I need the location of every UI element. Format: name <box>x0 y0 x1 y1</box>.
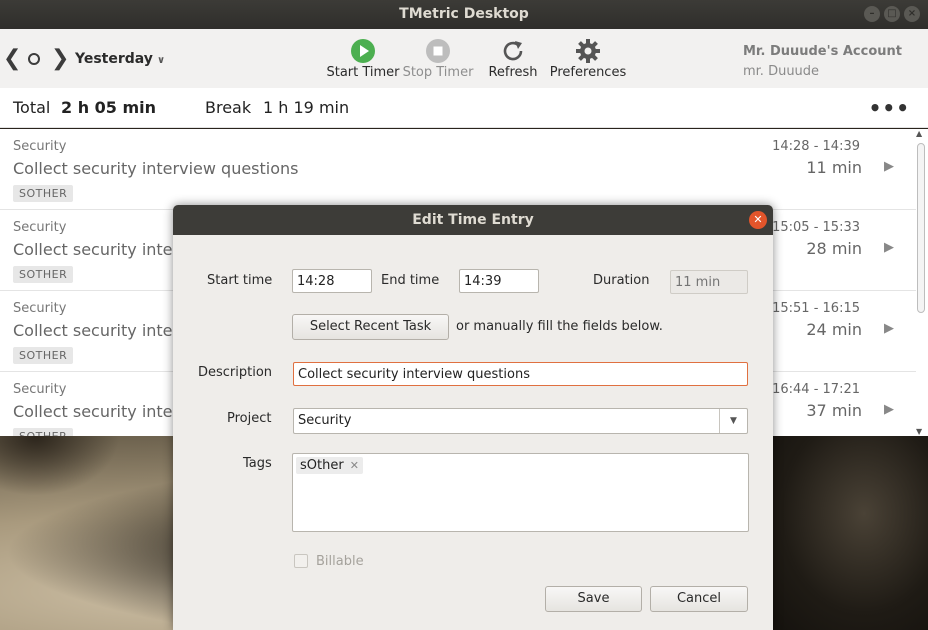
refresh-icon <box>486 37 540 65</box>
edit-time-entry-dialog: Edit Time Entry ✕ Start time End time Du… <box>173 205 773 630</box>
duration-label: Duration <box>593 273 650 288</box>
preferences-label: Preferences <box>549 65 627 80</box>
refresh-label: Refresh <box>488 65 538 80</box>
start-timer-button[interactable]: Start Timer <box>326 37 400 80</box>
more-icon[interactable]: ••• <box>869 96 910 120</box>
end-time-label: End time <box>381 273 440 288</box>
entry-time-range: 16:44 - 17:21 <box>772 382 860 397</box>
window-controls: – □ × <box>864 6 920 22</box>
remove-tag-icon[interactable]: ✕ <box>350 459 359 472</box>
project-select[interactable]: Security ▼ <box>293 408 748 434</box>
cancel-button[interactable]: Cancel <box>650 586 748 612</box>
entry-time-range: 14:28 - 14:39 <box>772 139 860 154</box>
start-time-label: Start time <box>207 273 273 288</box>
wallpaper-shadow <box>0 436 120 496</box>
total-label: Total <box>13 98 51 117</box>
chevron-right-icon[interactable]: ❯ <box>51 48 69 70</box>
break-value: 1 h 19 min <box>263 98 350 117</box>
scrollbar-thumb[interactable] <box>917 143 925 313</box>
entry-duration: 28 min <box>806 239 862 258</box>
maximize-icon[interactable]: □ <box>884 6 900 22</box>
gear-icon <box>548 37 628 65</box>
play-icon[interactable]: ▶ <box>884 240 894 255</box>
entry-project: Security <box>13 139 67 154</box>
account-name: Mr. Duuude's Account <box>742 44 902 59</box>
duration-field <box>670 270 748 294</box>
entry-tag: SOTHER <box>13 185 74 202</box>
billable-label: Billable <box>316 554 364 569</box>
minimize-icon[interactable]: – <box>864 6 880 22</box>
window-title: TMetric Desktop <box>399 6 529 22</box>
preferences-button[interactable]: Preferences <box>548 37 628 80</box>
end-time-field[interactable] <box>459 269 539 293</box>
tag-chip-label: sOther <box>300 458 344 473</box>
account-menu[interactable]: Mr. Duuude's Account mr. Duuude <box>743 44 902 79</box>
total-value: 2 h 05 min <box>61 98 157 117</box>
dialog-title: Edit Time Entry <box>173 205 773 235</box>
chevron-down-icon: ∨ <box>156 55 166 66</box>
break-label: Break <box>205 98 252 117</box>
entry-time-range: 15:05 - 15:33 <box>772 220 860 235</box>
project-label: Project <box>227 411 272 426</box>
refresh-button[interactable]: Refresh <box>486 37 540 80</box>
scroll-down-icon[interactable]: ▼ <box>916 427 922 436</box>
entry-description: Collect security interview questions <box>13 159 299 178</box>
chevron-down-icon[interactable]: ▼ <box>719 409 747 433</box>
scroll-up-icon[interactable]: ▲ <box>916 129 922 138</box>
entry-project: Security <box>13 301 67 316</box>
entry-duration: 11 min <box>806 158 862 177</box>
save-button[interactable]: Save <box>545 586 642 612</box>
manual-hint: or manually fill the fields below. <box>456 319 663 334</box>
list-item[interactable]: Security Collect security interview ques… <box>0 129 916 210</box>
tag-chip: sOther ✕ <box>296 457 363 474</box>
entry-time-range: 15:51 - 16:15 <box>772 301 860 316</box>
entry-tag: SOTHER <box>13 266 74 283</box>
day-selector[interactable]: Yesterday ∨ <box>75 51 165 67</box>
window-titlebar: TMetric Desktop – □ × <box>0 0 928 29</box>
billable-checkbox[interactable] <box>294 554 308 568</box>
totals-bar: Total 2 h 05 min Break 1 h 19 min ••• <box>0 88 928 128</box>
chevron-left-icon[interactable]: ❮ <box>3 48 21 70</box>
list-scrollbar[interactable]: ▲ ▼ <box>916 129 926 436</box>
stop-timer-label: Stop Timer <box>402 65 474 80</box>
entry-project: Security <box>13 220 67 235</box>
entry-tag: SOTHER <box>13 347 74 364</box>
stop-icon <box>400 37 476 65</box>
start-timer-label: Start Timer <box>326 65 400 80</box>
play-icon[interactable]: ▶ <box>884 159 894 174</box>
entry-duration: 24 min <box>806 320 862 339</box>
tags-field[interactable]: sOther ✕ <box>292 453 749 532</box>
today-circle-icon[interactable] <box>28 53 40 65</box>
start-time-field[interactable] <box>292 269 372 293</box>
window-close-icon[interactable]: × <box>904 6 920 22</box>
entry-duration: 37 min <box>806 401 862 420</box>
description-field[interactable] <box>293 362 748 386</box>
play-icon <box>326 37 400 65</box>
play-icon[interactable]: ▶ <box>884 402 894 417</box>
play-icon[interactable]: ▶ <box>884 321 894 336</box>
wallpaper-boot <box>768 436 928 630</box>
tags-label: Tags <box>243 456 272 471</box>
close-icon[interactable]: ✕ <box>749 211 767 229</box>
entry-project: Security <box>13 382 67 397</box>
description-label: Description <box>198 365 273 380</box>
select-recent-task-button[interactable]: Select Recent Task <box>292 314 449 340</box>
project-value: Security <box>298 413 352 428</box>
toolbar: ❮ ❯ Yesterday ∨ Start Timer Stop Timer Re… <box>0 29 928 88</box>
day-label: Yesterday <box>75 51 153 67</box>
entry-tag: SOTHER <box>13 428 74 436</box>
stop-timer-button[interactable]: Stop Timer <box>400 37 476 80</box>
account-user: mr. Duuude <box>742 64 820 79</box>
